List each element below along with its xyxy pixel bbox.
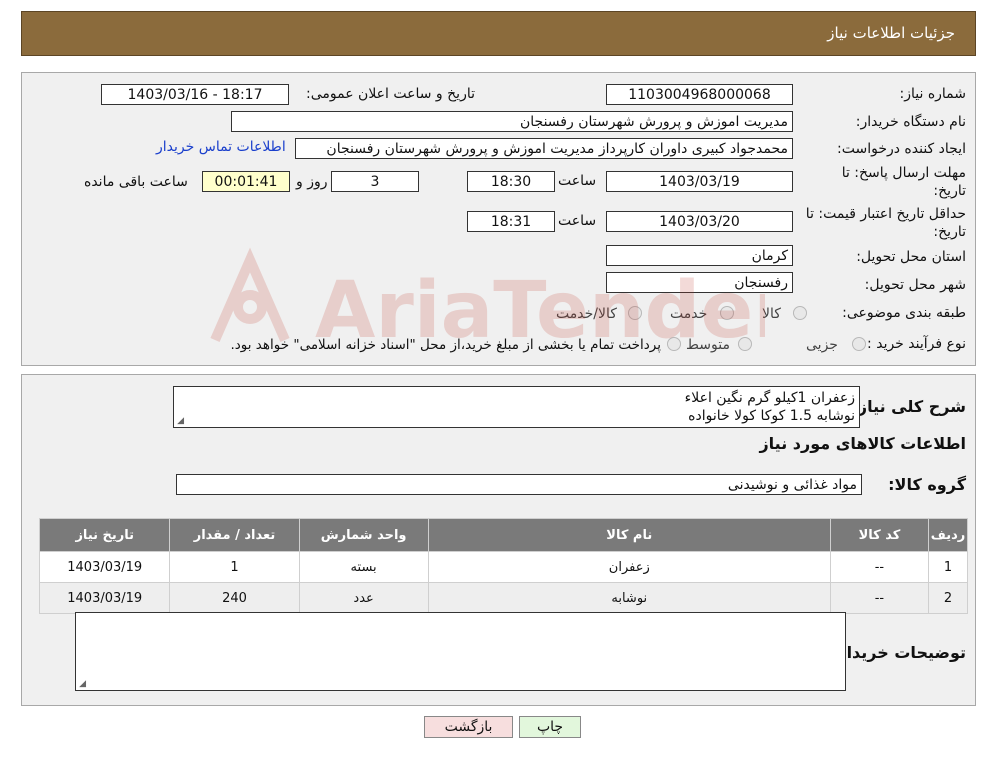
goods-table: ردیف کد کالا نام کالا واحد شمارش تعداد /…	[38, 518, 968, 614]
process-radio-minor[interactable]	[852, 337, 866, 351]
buyer-org-field: مدیریت اموزش و پرورش شهرستان رفسنجان	[231, 111, 793, 132]
back-button[interactable]: بازگشت	[424, 716, 513, 738]
cell-unit: بسته	[298, 551, 429, 583]
resize-grip-icon[interactable]: ◢	[176, 417, 184, 426]
treasury-note: پرداخت تمام یا بخشی از مبلغ خرید،از محل …	[230, 337, 661, 353]
price-validity-date-field: 1403/03/20	[606, 211, 793, 232]
category-radio-goods-service[interactable]	[628, 306, 642, 320]
cell-goods-code: --	[829, 582, 930, 614]
process-option-medium: متوسط	[686, 337, 730, 353]
category-label: طبقه بندی موضوعی:	[842, 305, 966, 321]
col-row-number: ردیف	[928, 518, 968, 552]
remaining-word: ساعت باقی مانده	[84, 174, 188, 190]
cell-goods-name: زعفران	[427, 551, 831, 583]
col-need-date: تاریخ نیاز	[38, 518, 171, 552]
category-radio-service[interactable]	[720, 306, 734, 320]
need-description-label: شرح کلی نیاز:	[851, 397, 966, 416]
category-option-goods: کالا	[762, 306, 781, 322]
cell-goods-name: نوشابه	[427, 582, 831, 614]
cell-unit: عدد	[298, 582, 429, 614]
announce-datetime-field: 1403/03/16 - 18:17	[101, 84, 289, 105]
announce-datetime-label: تاریخ و ساعت اعلان عمومی:	[306, 86, 475, 102]
need-number-label: شماره نیاز:	[899, 86, 967, 102]
goods-info-title: اطلاعات کالاهای مورد نیاز	[759, 434, 966, 453]
remaining-time-field: 00:01:41	[202, 171, 290, 192]
cell-need-date: 1403/03/19	[38, 551, 171, 583]
goods-group-label: گروه کالا:	[888, 475, 966, 494]
cell-row-number: 1	[928, 551, 968, 583]
buyer-notes-label: توضیحات خریدار:	[830, 643, 966, 662]
deadline-date-field: 1403/03/19	[606, 171, 793, 192]
goods-group-field: مواد غذائی و نوشیدنی	[176, 474, 862, 495]
city-label: شهر محل تحویل:	[864, 277, 966, 293]
page-header: جزئیات اطلاعات نیاز	[21, 11, 976, 56]
province-label: استان محل تحویل:	[856, 249, 966, 265]
resize-grip-icon[interactable]: ◢	[78, 680, 86, 689]
table-row: 2 -- نوشابه عدد 240 1403/03/19	[38, 582, 968, 614]
price-validity-label-date: تاریخ:	[933, 224, 966, 240]
process-option-minor: جزیی	[806, 337, 838, 353]
buyer-org-label: نام دستگاه خریدار:	[855, 114, 966, 130]
category-option-goods-service: کالا/خدمت	[556, 306, 617, 322]
price-validity-time-field: 18:31	[467, 211, 555, 232]
price-validity-time-label: ساعت	[558, 213, 597, 229]
col-unit: واحد شمارش	[298, 518, 429, 552]
need-number-field: 1103004968000068	[606, 84, 793, 105]
cell-row-number: 2	[928, 582, 968, 614]
col-quantity: تعداد / مقدار	[169, 518, 300, 552]
province-field: کرمان	[606, 245, 793, 266]
deadline-time-label: ساعت	[558, 173, 597, 189]
page-title: جزئیات اطلاعات نیاز	[827, 24, 955, 42]
table-row: 1 -- زعفران بسته 1 1403/03/19	[38, 551, 968, 583]
requester-label: ایجاد کننده درخواست:	[837, 141, 966, 157]
table-header-row: ردیف کد کالا نام کالا واحد شمارش تعداد /…	[38, 518, 968, 552]
process-checkbox-treasury[interactable]	[667, 337, 681, 351]
col-goods-code: کد کالا	[829, 518, 930, 552]
cell-need-date: 1403/03/19	[38, 582, 171, 614]
col-goods-name: نام کالا	[427, 518, 831, 552]
days-remaining-field: 3	[331, 171, 419, 192]
process-radio-medium[interactable]	[738, 337, 752, 351]
category-radio-goods[interactable]	[793, 306, 807, 320]
price-validity-label: حداقل تاریخ اعتبار قیمت: تا	[805, 206, 966, 222]
requester-field: محمدجواد کبیری داوران کارپرداز مدیریت ام…	[295, 138, 793, 159]
description-line: نوشابه 1.5 کوکا کولا خانواده	[688, 408, 855, 424]
deadline-label: مهلت ارسال پاسخ: تا	[841, 165, 966, 181]
buyer-contact-link[interactable]: اطلاعات تماس خریدار	[156, 139, 286, 155]
deadline-time-field: 18:30	[467, 171, 555, 192]
cell-goods-code: --	[829, 551, 930, 583]
buyer-notes-box[interactable]: ◢	[75, 612, 846, 691]
days-word: روز و	[296, 174, 328, 190]
city-field: رفسنجان	[606, 272, 793, 293]
deadline-label-date: تاریخ:	[933, 183, 966, 199]
category-option-service: خدمت	[670, 306, 708, 322]
cell-quantity: 240	[169, 582, 300, 614]
cell-quantity: 1	[169, 551, 300, 583]
description-line: زعفران 1کیلو گرم نگین اعلاء	[684, 390, 855, 406]
print-button[interactable]: چاپ	[519, 716, 581, 738]
need-description-box[interactable]: زعفران 1کیلو گرم نگین اعلاء نوشابه 1.5 ک…	[173, 386, 860, 428]
purchase-process-label: نوع فرآیند خرید :	[867, 336, 966, 352]
